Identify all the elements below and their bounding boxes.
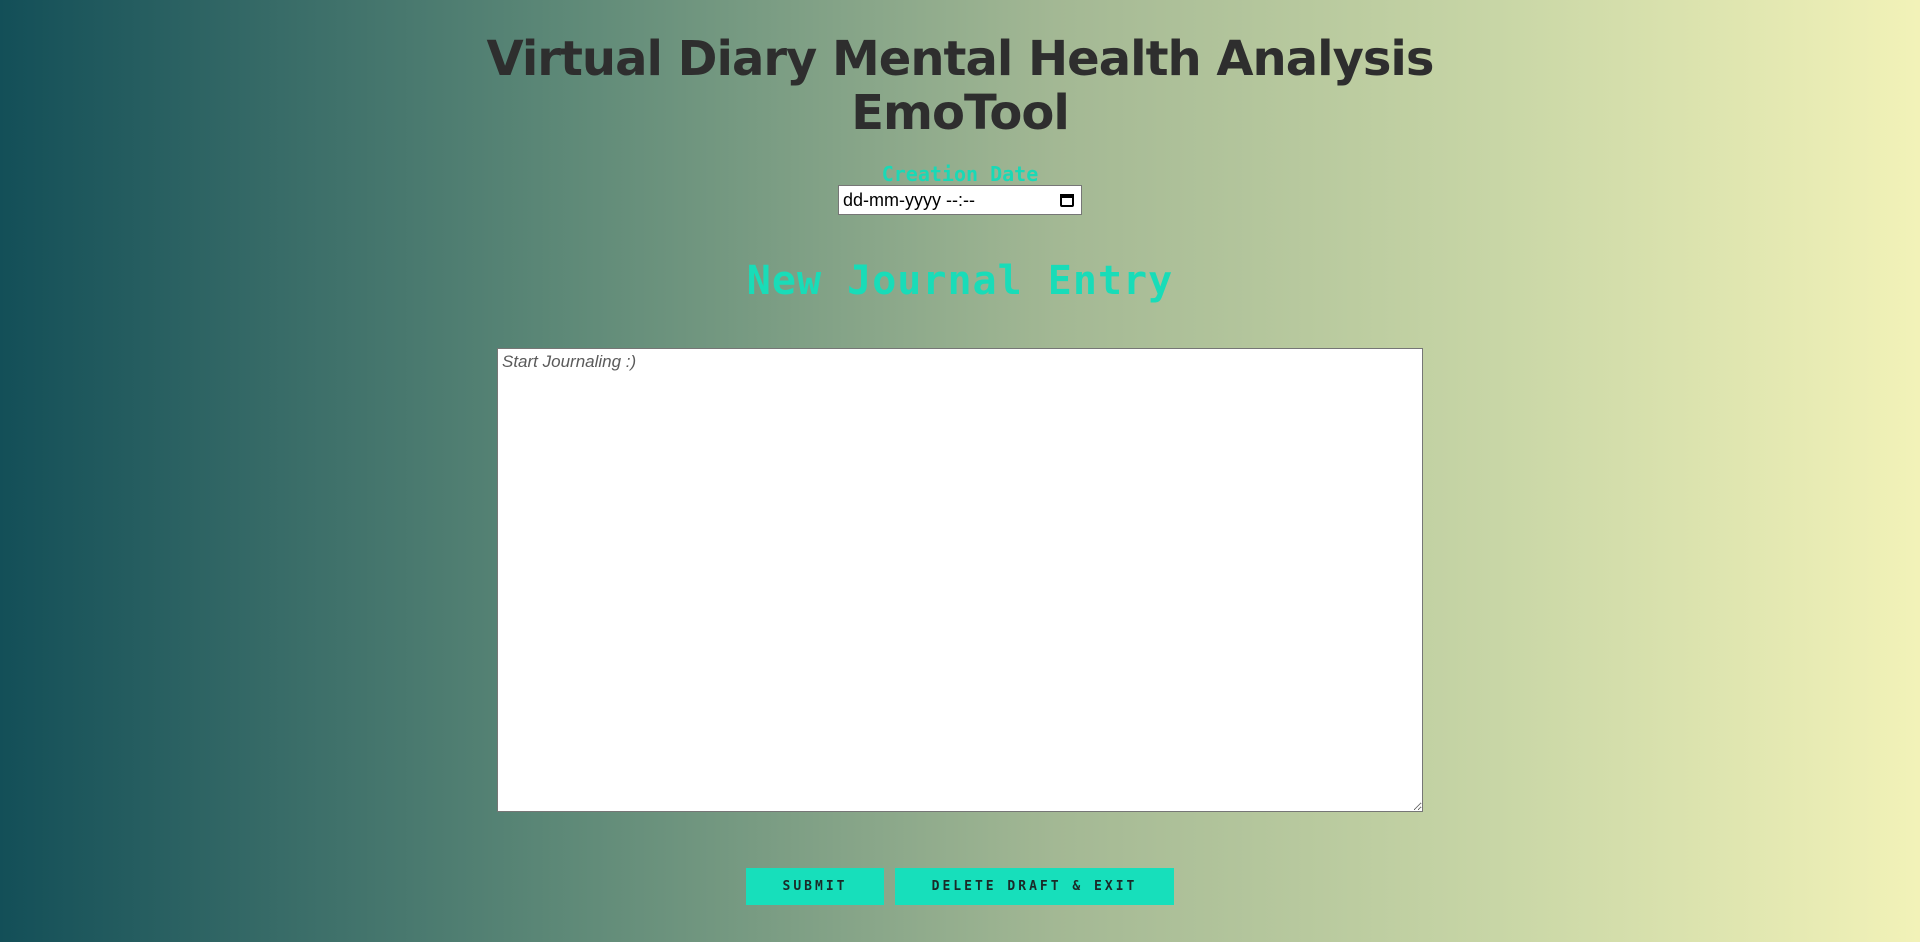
page-title-line1: Virtual Diary Mental Health Analysis [486, 31, 1435, 88]
new-entry-heading: New Journal Entry [746, 258, 1174, 304]
creation-date-input[interactable]: dd-mm-yyyy --:-- [838, 185, 1082, 215]
creation-date-value: dd-mm-yyyy --:-- [843, 189, 975, 210]
journal-textarea[interactable] [497, 348, 1423, 812]
calendar-icon[interactable] [1059, 191, 1077, 209]
delete-draft-exit-button[interactable]: DELETE DRAFT & EXIT [895, 868, 1174, 905]
page-title: Virtual Diary Mental Health Analysis Emo… [0, 32, 1920, 140]
page-title-line2: EmoTool [851, 85, 1070, 142]
submit-button[interactable]: SUBMIT [746, 868, 884, 905]
creation-date-label: Creation Date [881, 162, 1039, 186]
